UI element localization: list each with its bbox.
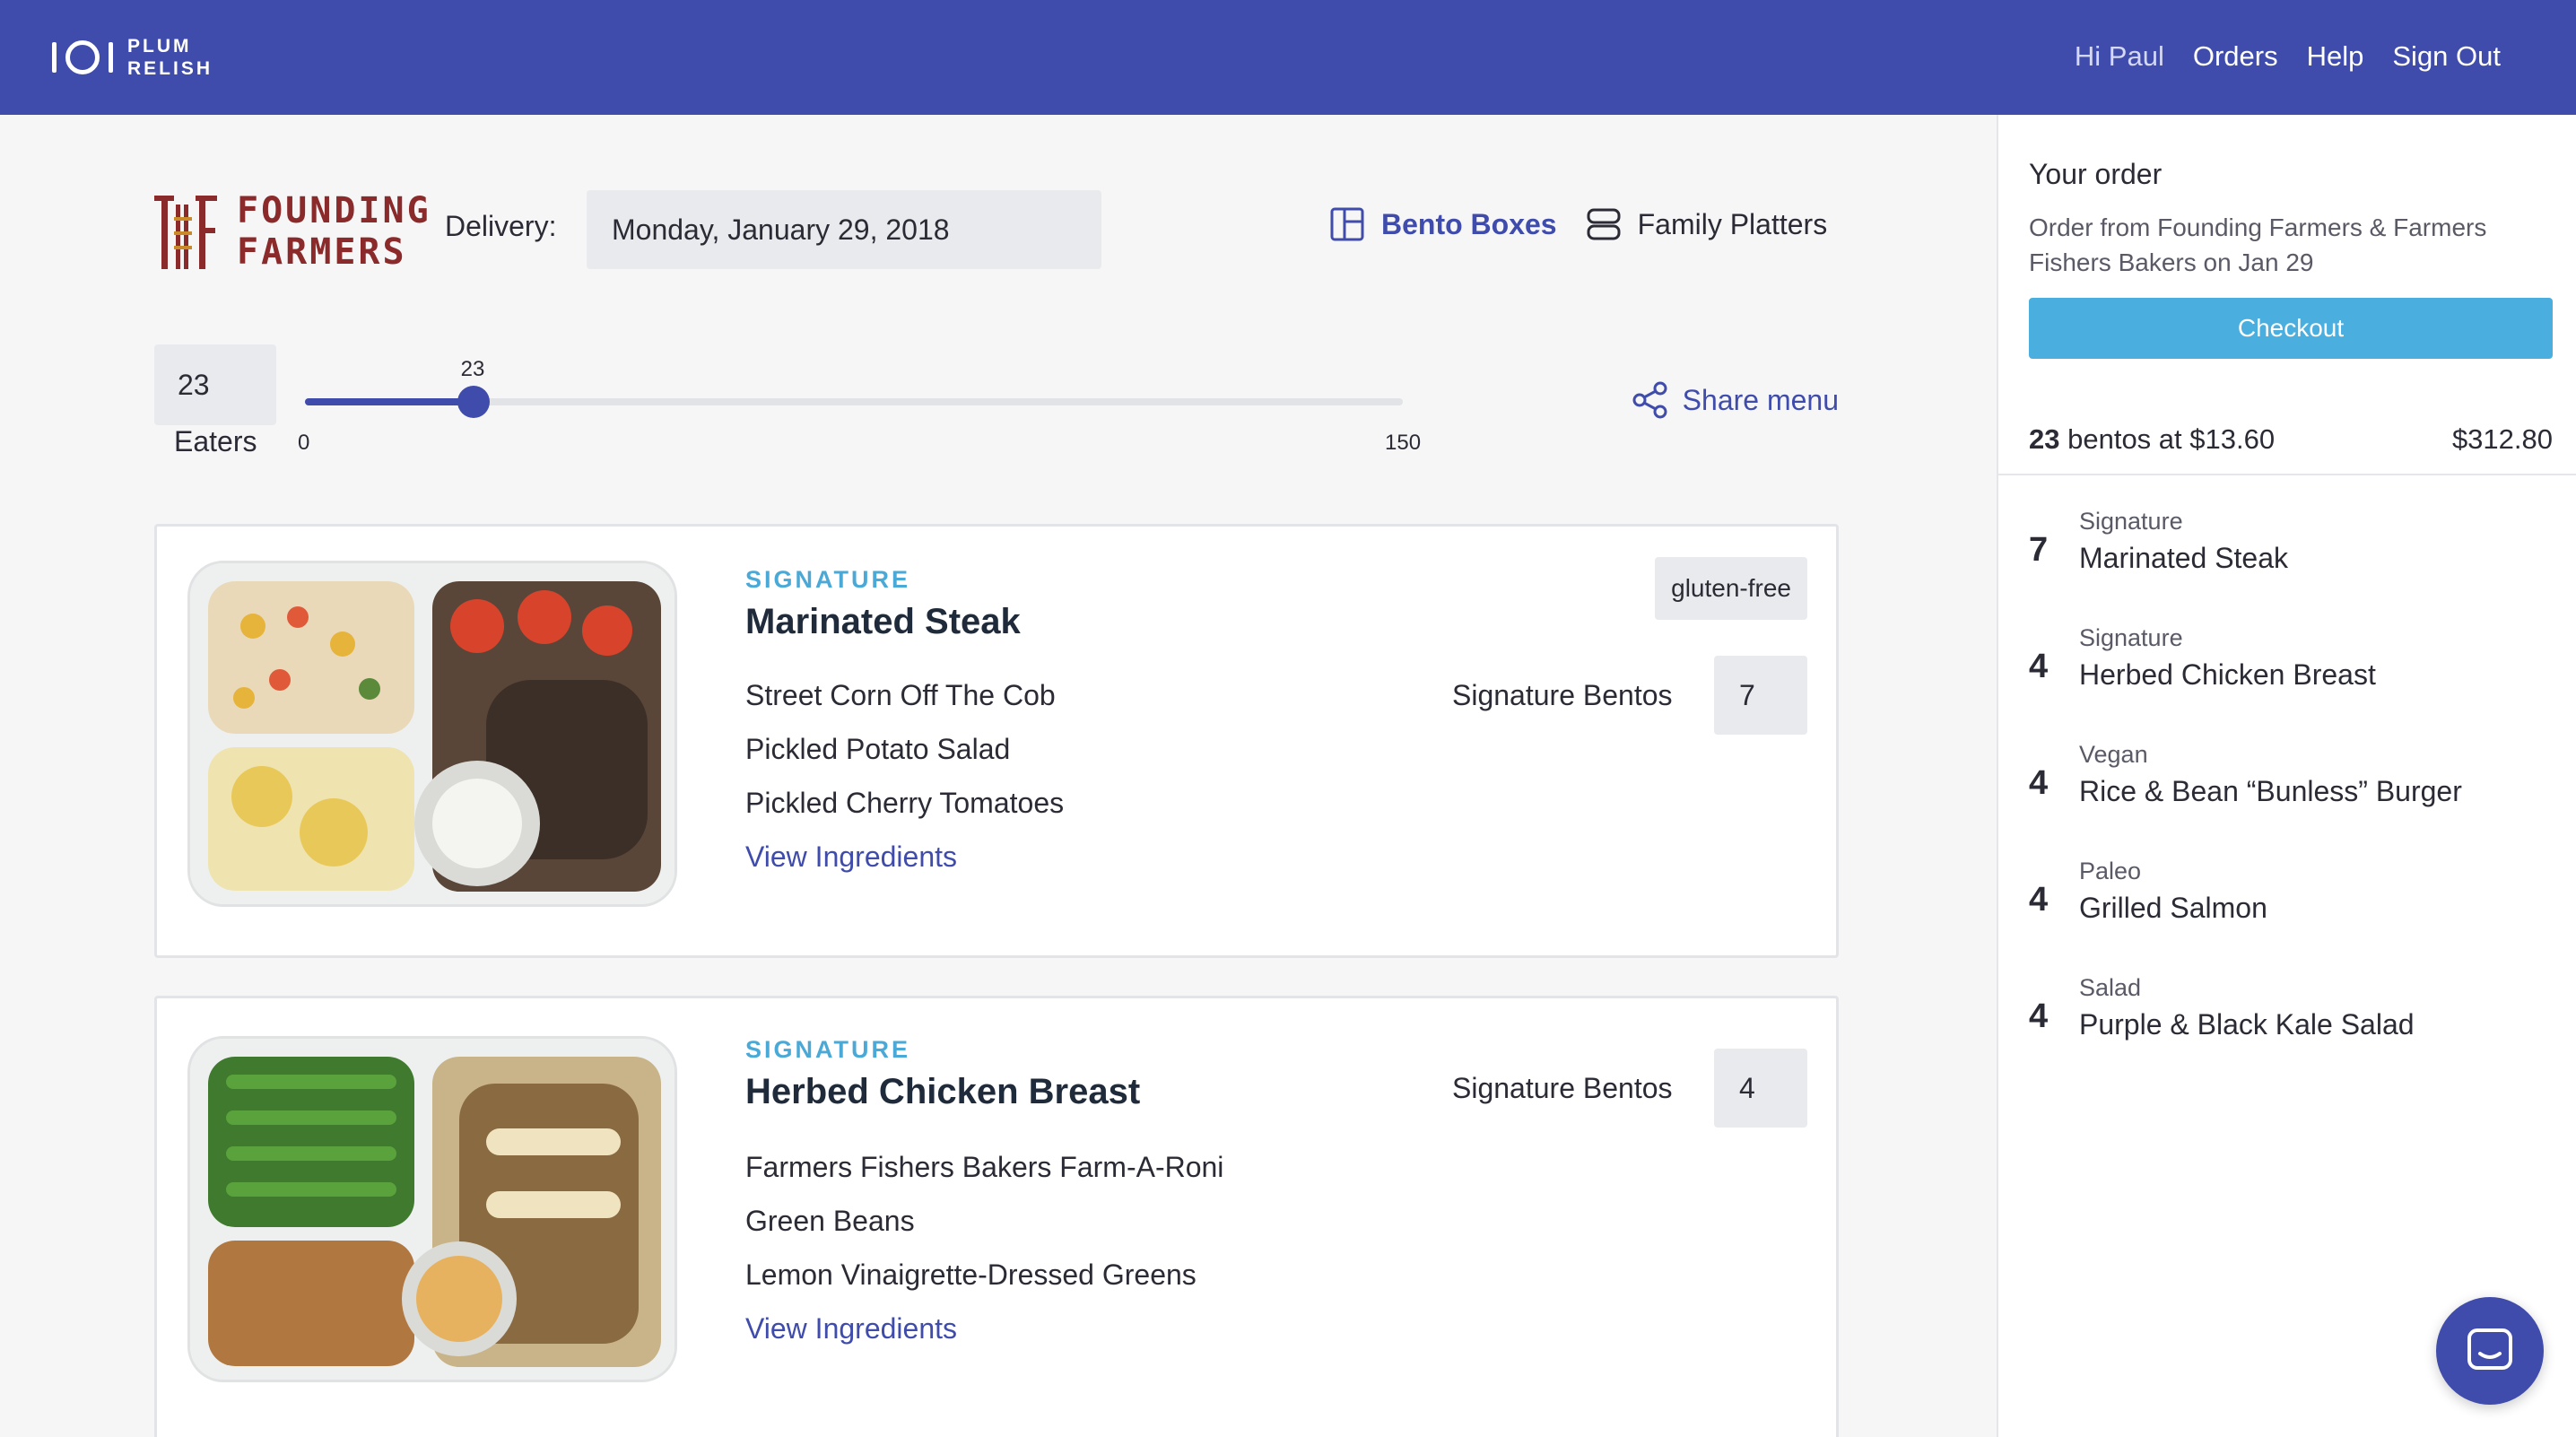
meal-category: SIGNATURE: [745, 566, 911, 593]
view-ingredients-link[interactable]: View Ingredients: [745, 840, 957, 874]
order-item: 4 Paleo Grilled Salmon: [2029, 858, 2553, 938]
chat-icon: [2467, 1328, 2512, 1370]
meal-card-herbed-chicken-breast: SIGNATURE Herbed Chicken Breast Farmers …: [154, 996, 1839, 1437]
order-item-category: Vegan: [2079, 741, 2148, 768]
brand-line-2: RELISH: [127, 58, 213, 79]
meal-name: Herbed Chicken Breast: [745, 1072, 1141, 1111]
share-icon: [1632, 381, 1667, 419]
tab-bento-boxes-label: Bento Boxes: [1381, 207, 1557, 240]
eaters-slider-handle[interactable]: [457, 386, 490, 418]
order-sidebar: Your order Order from Founding Farmers &…: [1997, 115, 2576, 1437]
user-greeting: Hi Paul: [2074, 40, 2164, 72]
meal-side-item: Lemon Vinaigrette-Dressed Greens: [745, 1258, 1197, 1291]
platter-icon: [1587, 208, 1621, 240]
order-item: 4 Salad Purple & Black Kale Salad: [2029, 974, 2553, 1055]
share-menu-button[interactable]: Share menu: [1631, 380, 1839, 420]
menu-mode-tabs: Bento Boxes Family Platters: [1329, 206, 1827, 242]
order-item-category: Signature: [2079, 508, 2183, 535]
brand-line-1: PLUM: [127, 36, 192, 57]
founding-farmers-logo: FOUNDING FARMERS: [154, 188, 429, 273]
delivery-date-value: Monday, January 29, 2018: [612, 213, 950, 246]
restaurant-logo-line-2: FARMERS: [237, 231, 407, 273]
eaters-slider-fill: [305, 398, 474, 405]
founding-farmers-mark-icon: [154, 196, 217, 269]
order-item-category: Paleo: [2079, 858, 2142, 884]
nav-help-link[interactable]: Help: [2307, 34, 2364, 79]
order-title: Your order: [2029, 158, 2163, 190]
order-description: Order from Founding Farmers & Farmers Fi…: [2029, 213, 2487, 276]
order-item-name: Rice & Bean “Bunless” Burger: [2079, 775, 2462, 807]
meal-side-item: Pickled Cherry Tomatoes: [745, 787, 1065, 819]
eaters-slider-max-label: 150: [1385, 431, 1422, 455]
order-item-category: Salad: [2079, 974, 2142, 1001]
chat-launcher-button[interactable]: [2436, 1297, 2544, 1405]
order-item-count: 4: [2029, 764, 2049, 802]
meal-quantity-input[interactable]: 4: [1714, 1049, 1807, 1128]
meal-side-item: Farmers Fishers Bakers Farm-A-Roni: [745, 1151, 1224, 1183]
meal-card-marinated-steak: SIGNATURE Marinated Steak Street Corn Of…: [154, 524, 1839, 958]
menu-main: FOUNDING FARMERS Delivery: Monday, Janua…: [0, 115, 1997, 1437]
meal-quantity-value: 7: [1739, 678, 1755, 711]
meal-side-item: Pickled Potato Salad: [745, 733, 1011, 765]
order-summary-text: bentos at $13.60: [2067, 423, 2276, 455]
restaurant-logo-line-1: FOUNDING: [237, 190, 431, 231]
divider: [1998, 474, 2576, 475]
meal-name: Marinated Steak: [745, 602, 1021, 641]
order-summary-count: 23: [2029, 423, 2060, 455]
view-ingredients-link[interactable]: View Ingredients: [745, 1312, 957, 1346]
plum-relish-logo[interactable]: PLUM RELISH: [52, 32, 213, 83]
order-summary-total: $312.80: [2451, 423, 2553, 455]
order-summary: 23 bentos at $13.60 $312.80: [2029, 423, 2553, 456]
tab-family-platters[interactable]: Family Platters: [1586, 206, 1828, 242]
order-item-count: 7: [2029, 531, 2049, 569]
order-item-count: 4: [2029, 881, 2049, 919]
eaters-input[interactable]: 23: [154, 344, 276, 425]
meal-quantity-label: Signature Bentos: [1452, 679, 1673, 711]
eaters-label: Eaters: [174, 425, 257, 457]
eaters-value: 23: [178, 368, 210, 401]
dietary-tag-badge: gluten-free: [1655, 557, 1807, 620]
share-menu-label: Share menu: [1682, 383, 1839, 416]
meal-quantity-input[interactable]: 7: [1714, 656, 1807, 735]
bento-box-icon: [1330, 207, 1364, 241]
plum-relish-logo-mark: [52, 40, 113, 74]
meal-photo-marinated-steak: [187, 561, 677, 907]
meal-quantity-label: Signature Bentos: [1452, 1072, 1673, 1104]
order-item: 7 Signature Marinated Steak: [2029, 508, 2553, 588]
meal-photo-herbed-chicken-breast: [187, 1036, 677, 1382]
checkout-button[interactable]: Checkout: [2029, 298, 2553, 359]
nav-sign-out-link[interactable]: Sign Out: [2392, 34, 2501, 79]
order-item-name: Herbed Chicken Breast: [2079, 658, 2376, 691]
meal-category: SIGNATURE: [745, 1036, 911, 1063]
order-summary-left: 23 bentos at $13.60: [2029, 423, 2275, 456]
tab-bento-boxes[interactable]: Bento Boxes: [1329, 206, 1557, 242]
delivery-label: Delivery:: [445, 210, 557, 242]
order-item-count: 4: [2029, 997, 2049, 1035]
eaters-slider-min-label: 0: [298, 431, 310, 455]
order-item: 4 Vegan Rice & Bean “Bunless” Burger: [2029, 741, 2553, 822]
order-item: 4 Signature Herbed Chicken Breast: [2029, 624, 2553, 705]
meal-side-item: Street Corn Off The Cob: [745, 679, 1056, 711]
order-item-name: Marinated Steak: [2079, 542, 2289, 574]
nav-orders-link[interactable]: Orders: [2193, 34, 2278, 79]
order-item-name: Purple & Black Kale Salad: [2079, 1008, 2415, 1041]
order-item-category: Signature: [2079, 624, 2183, 651]
meal-side-item: Green Beans: [745, 1205, 915, 1237]
order-item-name: Grilled Salmon: [2079, 892, 2267, 924]
delivery-date-picker[interactable]: Monday, January 29, 2018: [587, 190, 1101, 269]
top-navbar: PLUM RELISH Hi Paul Orders Help Sign Out: [0, 0, 2576, 115]
eaters-slider-value-label: 23: [460, 357, 485, 381]
order-item-count: 4: [2029, 648, 2049, 685]
meal-quantity-value: 4: [1739, 1071, 1755, 1104]
top-nav: Hi Paul Orders Help Sign Out: [2075, 34, 2501, 79]
tab-family-platters-label: Family Platters: [1637, 207, 1828, 240]
